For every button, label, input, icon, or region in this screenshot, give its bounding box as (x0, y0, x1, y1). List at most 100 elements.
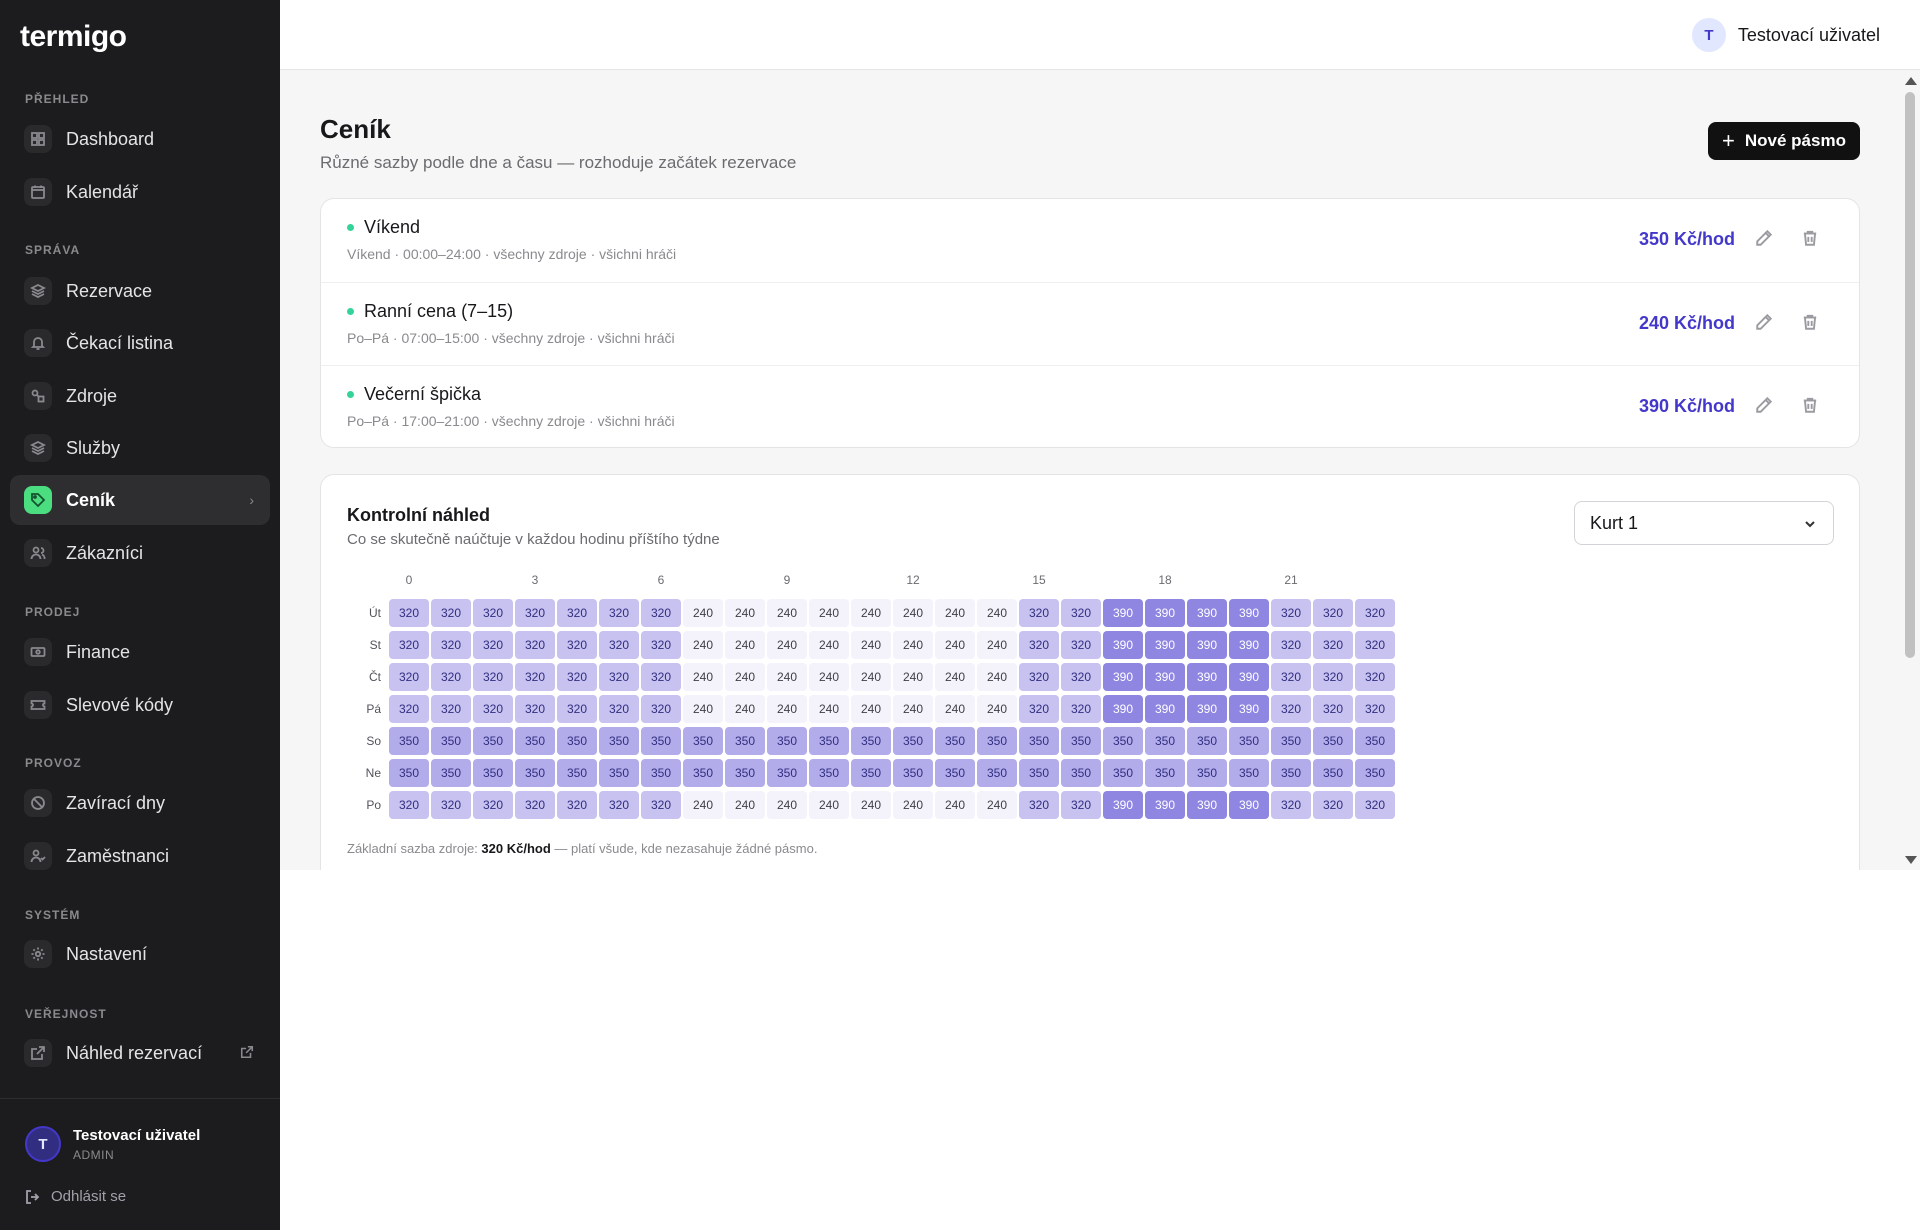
pencil-icon[interactable] (1755, 396, 1775, 416)
resource-select[interactable]: Kurt 1 (1574, 501, 1834, 545)
sidebar-item-cenik[interactable]: Ceník › (10, 475, 270, 525)
heatmap-hour-tick: 21 (1284, 573, 1298, 587)
app-logo[interactable]: termigo (20, 20, 127, 54)
heatmap-hour-tick: 0 (405, 573, 413, 587)
heatmap-cell: 350 (767, 727, 807, 755)
heatmap-cell: 320 (389, 599, 429, 627)
heatmap-cell: 320 (641, 791, 681, 819)
heatmap-cell: 350 (683, 727, 723, 755)
heatmap-cell: 320 (515, 631, 555, 659)
heatmap-cell: 350 (1145, 759, 1185, 787)
scroll-thumb[interactable] (1905, 92, 1915, 658)
sidebar-item-sluzby[interactable]: Služby (10, 423, 270, 473)
heatmap-cell: 320 (1019, 791, 1059, 819)
status-dot (347, 391, 354, 398)
heatmap-cell: 240 (893, 631, 933, 659)
heatmap-cell: 350 (1271, 727, 1311, 755)
resource-select-value: Kurt 1 (1590, 512, 1639, 533)
heatmap-cell: 320 (1313, 695, 1353, 723)
sidebar-item-label: Ceník (66, 489, 116, 510)
sidebar-item-kalendar[interactable]: Kalendář (10, 167, 270, 217)
sidebar-user-role: ADMIN (73, 1147, 115, 1162)
scroll-down-arrow[interactable] (1905, 856, 1917, 864)
trash-icon[interactable] (1801, 313, 1821, 333)
heatmap-cell: 320 (1271, 695, 1311, 723)
scrollbar[interactable] (1900, 70, 1920, 870)
heatmap-day-label: So (366, 734, 381, 748)
heatmap-cell: 350 (1061, 727, 1101, 755)
pencil-icon[interactable] (1755, 229, 1775, 249)
new-band-button[interactable]: + Nové pásmo (1708, 122, 1860, 160)
heatmap-cell: 320 (431, 791, 471, 819)
nav-section-sprava: SPRÁVA (25, 243, 81, 257)
trash-icon[interactable] (1801, 396, 1821, 416)
heatmap-cell: 320 (1313, 631, 1353, 659)
heatmap-cell: 320 (431, 695, 471, 723)
ticket-icon (24, 691, 52, 719)
band-price: 350 Kč/hod (1638, 229, 1735, 249)
logout-button[interactable]: Odhlásit se (25, 1188, 126, 1205)
pencil-icon[interactable] (1755, 313, 1775, 333)
heatmap-cell: 390 (1103, 663, 1143, 691)
heatmap-cell: 240 (851, 791, 891, 819)
open-external-icon (240, 1045, 254, 1059)
sidebar-item-finance[interactable]: Finance (10, 627, 270, 677)
heatmap-cell: 320 (1061, 791, 1101, 819)
sidebar-item-cekaci-listina[interactable]: Čekací listina (10, 318, 270, 368)
heatmap-cell: 240 (767, 695, 807, 723)
sidebar-user-name: Testovací uživatel (73, 1126, 201, 1144)
sidebar: termigo PŘEHLED Dashboard Kalendář SPRÁV… (0, 0, 280, 1230)
main-content: Ceník Různé sazby podle dne a času — roz… (280, 70, 1900, 870)
heatmap-cell: 390 (1187, 791, 1227, 819)
price-band-row[interactable]: Ranní cena (7–15) Po–Pá · 07:00–15:00 · … (321, 282, 1859, 365)
heatmap-cell: 240 (683, 791, 723, 819)
heatmap-cell: 240 (851, 631, 891, 659)
heatmap-cell: 240 (851, 663, 891, 691)
heatmap-cell: 390 (1187, 599, 1227, 627)
users-icon (24, 539, 52, 567)
heatmap-cell: 320 (473, 631, 513, 659)
heatmap-cell: 240 (683, 695, 723, 723)
scroll-up-arrow[interactable] (1905, 77, 1917, 85)
user-menu[interactable]: T Testovací uživatel (1691, 18, 1880, 52)
heatmap-cell: 320 (431, 663, 471, 691)
trash-icon[interactable] (1801, 229, 1821, 249)
heatmap-cell: 240 (725, 791, 765, 819)
heatmap-cell: 320 (431, 631, 471, 659)
heatmap-cell: 350 (515, 759, 555, 787)
heatmap-cell: 240 (935, 631, 975, 659)
logout-icon (26, 1189, 40, 1204)
heatmap-cell: 350 (389, 727, 429, 755)
heatmap-cell: 240 (725, 599, 765, 627)
sidebar-item-label: Čekací listina (66, 332, 174, 353)
heatmap-day-label: Út (369, 606, 381, 620)
sidebar-item-rezervace[interactable]: Rezervace (10, 266, 270, 316)
sidebar-item-zdroje[interactable]: Zdroje (10, 371, 270, 421)
sidebar-item-nastaveni[interactable]: Nastavení (10, 929, 270, 979)
nav-section-system: SYSTÉM (25, 908, 81, 922)
heatmap-cell: 350 (431, 759, 471, 787)
heatmap-cell: 350 (1103, 727, 1143, 755)
heatmap-cell: 320 (1271, 631, 1311, 659)
band-price: 240 Kč/hod (1638, 313, 1735, 333)
sidebar-item-slevove-kody[interactable]: Slevové kódy (10, 680, 270, 730)
sidebar-item-dashboard[interactable]: Dashboard (10, 114, 270, 164)
sidebar-item-zakaznici[interactable]: Zákazníci (10, 528, 270, 578)
heatmap-cell: 320 (389, 631, 429, 659)
heatmap-cell: 320 (1355, 631, 1395, 659)
sidebar-item-zamestnanci[interactable]: Zaměstnanci (10, 831, 270, 881)
heatmap-cell: 240 (683, 631, 723, 659)
heatmap-cell: 350 (1229, 759, 1269, 787)
sidebar-item-nahled-rezervaci[interactable]: Náhled rezervací (10, 1028, 270, 1078)
heatmap-cell: 350 (1229, 727, 1269, 755)
heatmap-cell: 350 (809, 727, 849, 755)
price-band-row[interactable]: Víkend Víkend · 00:00–24:00 · všechny zd… (321, 199, 1859, 282)
sidebar-item-zaviraci-dny[interactable]: Zavírací dny (10, 778, 270, 828)
heatmap-day-label: St (369, 638, 381, 652)
heatmap-cell: 390 (1187, 663, 1227, 691)
heatmap-cell: 240 (893, 599, 933, 627)
heatmap-cell: 240 (767, 663, 807, 691)
resources-icon (24, 382, 52, 410)
price-band-row[interactable]: Večerní špička Po–Pá · 17:00–21:00 · vše… (321, 365, 1859, 448)
heatmap-cell: 350 (1187, 759, 1227, 787)
